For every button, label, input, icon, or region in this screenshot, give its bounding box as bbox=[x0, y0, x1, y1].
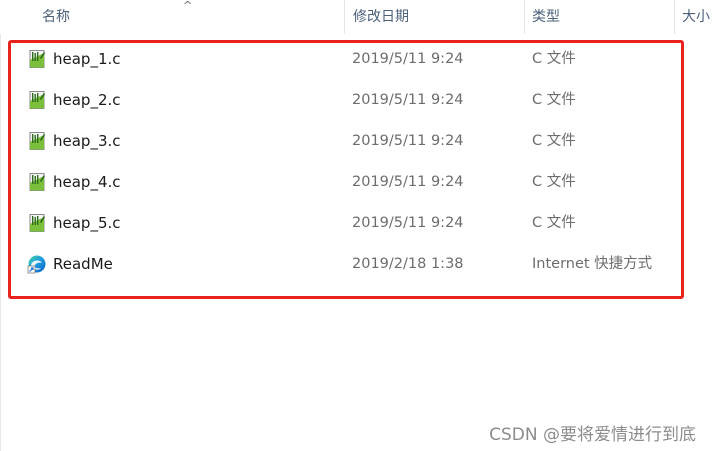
file-type: Internet 快捷方式 bbox=[532, 256, 653, 272]
file-name: heap_4.c bbox=[53, 173, 121, 191]
file-modified-date: 2019/2/18 1:38 bbox=[352, 256, 464, 272]
column-header-type[interactable]: 类型 bbox=[532, 0, 560, 34]
file-modified-date: 2019/5/11 9:24 bbox=[352, 215, 464, 231]
pane-left-edge bbox=[0, 0, 1, 451]
column-header-name[interactable]: 名称 bbox=[42, 0, 70, 34]
file-row[interactable]: heap_4.c 2019/5/11 9:24 C 文件 bbox=[22, 162, 682, 202]
file-modified-date: 2019/5/11 9:24 bbox=[352, 92, 464, 108]
file-type: C 文件 bbox=[532, 174, 576, 190]
file-name: heap_2.c bbox=[53, 91, 121, 109]
c-source-file-icon bbox=[27, 131, 47, 151]
file-row[interactable]: heap_3.c 2019/5/11 9:24 C 文件 bbox=[22, 121, 682, 161]
c-source-file-icon bbox=[27, 49, 47, 69]
file-row[interactable]: ReadMe 2019/2/18 1:38 Internet 快捷方式 bbox=[22, 244, 682, 284]
c-source-file-icon bbox=[27, 90, 47, 110]
sort-ascending-icon: ^ bbox=[183, 0, 193, 12]
file-type: C 文件 bbox=[532, 92, 576, 108]
column-header-bar: ^ 名称 修改日期 类型 大小 bbox=[0, 0, 712, 34]
edge-shortcut-icon bbox=[27, 254, 47, 274]
file-type: C 文件 bbox=[532, 215, 576, 231]
file-type: C 文件 bbox=[532, 51, 576, 67]
column-header-size[interactable]: 大小 bbox=[682, 0, 710, 34]
column-header-date[interactable]: 修改日期 bbox=[353, 0, 409, 34]
file-name: heap_1.c bbox=[53, 50, 121, 68]
column-divider[interactable] bbox=[674, 0, 675, 34]
file-type: C 文件 bbox=[532, 133, 576, 149]
c-source-file-icon bbox=[27, 172, 47, 192]
file-modified-date: 2019/5/11 9:24 bbox=[352, 174, 464, 190]
c-source-file-icon bbox=[27, 213, 47, 233]
file-row[interactable]: heap_1.c 2019/5/11 9:24 C 文件 bbox=[22, 39, 682, 79]
file-modified-date: 2019/5/11 9:24 bbox=[352, 51, 464, 67]
file-name: heap_3.c bbox=[53, 132, 121, 150]
file-name: ReadMe bbox=[53, 255, 113, 273]
file-modified-date: 2019/5/11 9:24 bbox=[352, 133, 464, 149]
column-divider[interactable] bbox=[344, 0, 345, 34]
csdn-watermark: CSDN @要将爱情进行到底 bbox=[489, 425, 696, 445]
file-row[interactable]: heap_2.c 2019/5/11 9:24 C 文件 bbox=[22, 80, 682, 120]
column-divider[interactable] bbox=[524, 0, 525, 34]
file-row[interactable]: heap_5.c 2019/5/11 9:24 C 文件 bbox=[22, 203, 682, 243]
file-name: heap_5.c bbox=[53, 214, 121, 232]
